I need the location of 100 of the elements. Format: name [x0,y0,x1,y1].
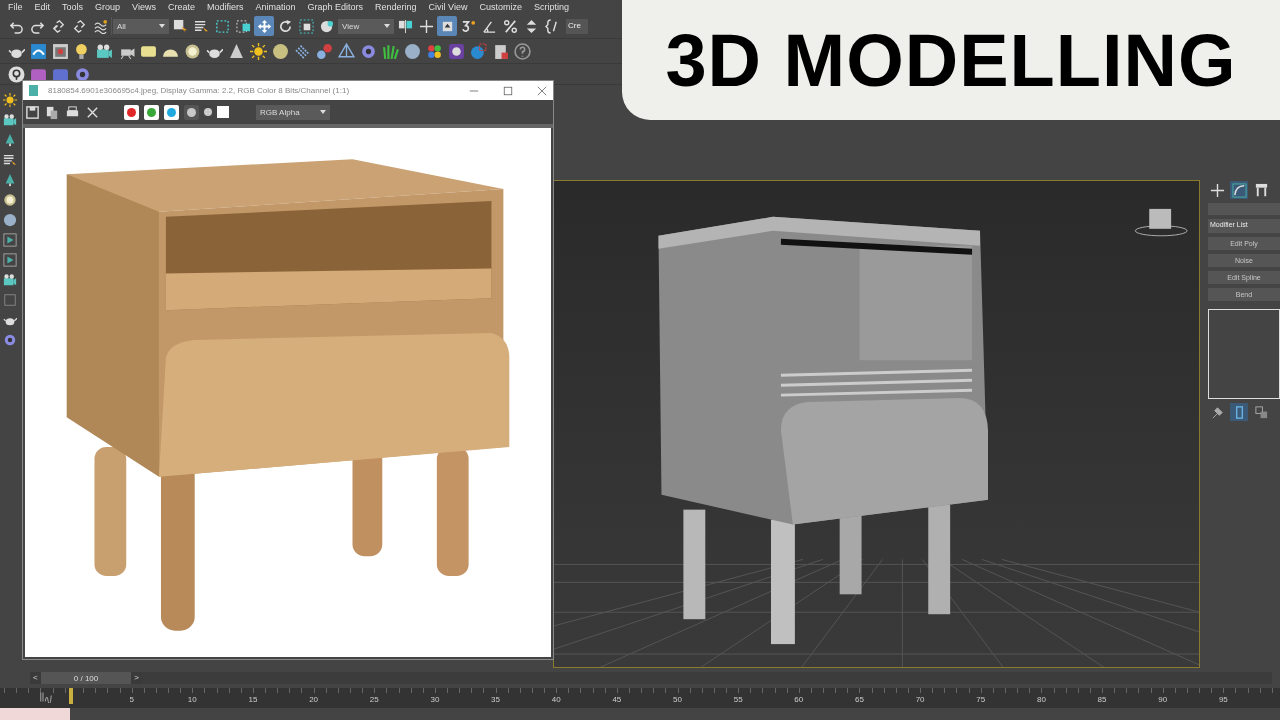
cone-icon[interactable] [228,42,245,60]
dashed-square-icon [214,18,230,34]
menu-item[interactable]: Create [163,2,203,12]
help-icon[interactable] [514,42,531,60]
frame-tick-label: 10 [187,695,197,704]
coordinate-system-dropdown[interactable]: View [338,18,394,34]
time-slider-handle[interactable] [69,688,73,704]
frame-tick-label: 5 [129,695,134,704]
maximize-icon[interactable] [503,85,513,96]
perspective-viewport[interactable] [553,180,1200,668]
frame-tick-label: 30 [430,695,440,704]
copy-icon[interactable] [45,104,60,120]
ring-icon[interactable] [184,42,201,60]
search-icon[interactable] [8,65,25,83]
cursor-icon [172,18,188,34]
menu-item[interactable]: Edit [30,2,59,12]
wave-icon [92,18,108,34]
menu-item[interactable]: Civil View [424,2,476,12]
color-dots-icon[interactable] [426,42,443,60]
frame-tick-label: 70 [915,695,925,704]
frame-tick-label: 80 [1036,695,1046,704]
camera-icon[interactable] [96,42,113,60]
menu-item[interactable]: Scripting [529,2,577,12]
menu-item[interactable]: File [4,2,31,12]
frame-tick-label: 50 [673,695,682,704]
frame-tick-label: 35 [491,695,500,704]
rotate-icon [277,18,293,34]
pyramid-icon[interactable] [338,42,355,60]
save-icon[interactable] [25,104,40,120]
menu-item[interactable]: Animation [251,2,304,12]
play-icon[interactable] [3,233,17,247]
monochrome-icon[interactable] [204,108,212,116]
title-banner: 3D MODELLING [622,0,1280,120]
unlink-icon [71,18,87,34]
view-cube-icon[interactable] [1134,208,1188,237]
tree-icon[interactable] [3,173,17,187]
frame-tick-label: 45 [612,695,622,704]
clipboard-icon[interactable] [492,42,509,60]
menu-item[interactable]: Group [91,2,129,12]
brace-icon [544,18,560,34]
play-icon[interactable] [3,253,17,267]
tree-icon[interactable] [3,133,17,147]
list-icon [193,18,209,34]
frame-tick-label: 75 [976,695,986,704]
frame-tick-label: 95 [1218,695,1228,704]
frame-tick-label: 65 [855,695,864,704]
panel-tab[interactable] [1230,181,1248,199]
stack-button[interactable] [1230,403,1248,421]
molecule-icon[interactable] [316,42,333,60]
palette-icon[interactable] [448,42,465,60]
curve-editor-icon[interactable] [40,691,52,703]
scale-button[interactable] [296,16,316,36]
menu-item[interactable]: Tools [58,2,92,12]
mirror-icon [397,18,413,34]
maxscript-field[interactable] [0,708,70,720]
menu-item[interactable]: Rendering [371,2,425,12]
frame-tick-label: 25 [369,695,379,704]
crosshair-icon [418,18,434,34]
next-frame-button[interactable]: > [131,672,142,684]
frame-tick-label: 55 [733,695,743,704]
menu-item[interactable]: Modifiers [202,2,252,12]
frame-counter: 0 / 100 [73,673,99,683]
app-icon [29,85,38,96]
window-icon[interactable] [52,42,69,60]
camera-icon[interactable] [3,273,17,287]
menu-item[interactable]: Graph Editors [303,2,371,12]
move-icon [256,18,272,34]
camera-icon[interactable] [3,113,17,127]
sphere-icon[interactable] [272,42,289,60]
timeline-track[interactable]: 5 10 15 20 25 30 35 40 45 50 55 60 65 70 75 80 85 90 95 [0,688,1280,708]
ring-icon[interactable] [3,193,17,207]
time-slider-track[interactable]: < 0 / 100 > [30,672,1272,684]
selection-set-field[interactable]: Cre [566,18,588,34]
dashed-square-icon [235,18,251,34]
list-icon[interactable] [3,153,17,167]
frame-tick-label: 60 [794,695,804,704]
sphere-icon[interactable] [3,213,17,227]
sun-icon[interactable] [250,42,267,60]
plant-icon[interactable] [382,42,399,60]
display-channel-dropdown[interactable]: RGB Alpha [256,104,330,120]
modifier-stack-list[interactable] [1208,309,1280,399]
selection-filter-dropdown[interactable]: All [113,18,169,34]
background-swatch[interactable] [217,106,229,118]
window-title: 8180854.6901e306695c4.jpeg, Display Gamma: 2.2, RGB Color 8 Bits/Channel (1:1) [48,86,351,95]
copy-button[interactable] [1252,403,1270,421]
previous-frame-button[interactable]: < [30,672,41,684]
sphere-icon[interactable] [470,42,487,60]
menu-item[interactable]: Views [128,2,164,12]
time-slider-thumb[interactable]: < 0 / 100 > [30,672,142,684]
monitor-icon[interactable] [30,42,47,60]
sphere-icon[interactable] [404,42,421,60]
close-icon[interactable] [537,85,547,96]
frame-tick-label: 90 [1158,695,1168,704]
sun-icon[interactable] [3,93,17,107]
curve-icon [1231,182,1247,198]
menu-item[interactable]: Customize [475,2,530,12]
link-icon [50,18,66,34]
frame-tick-label: 85 [1097,695,1107,704]
snap-icon [460,18,476,34]
move-button[interactable] [254,16,274,36]
